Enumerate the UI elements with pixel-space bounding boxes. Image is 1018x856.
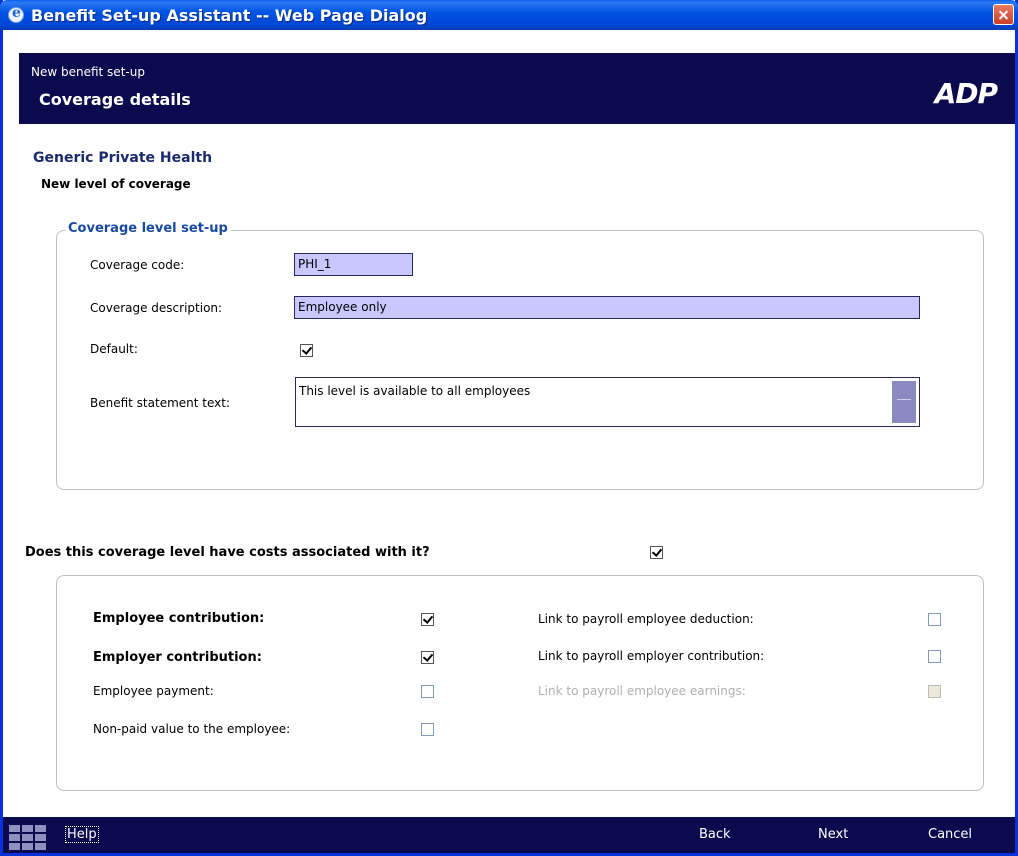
employer-contribution-checkbox[interactable] (421, 651, 434, 664)
window-title: Benefit Set-up Assistant -- Web Page Dia… (31, 6, 428, 25)
coverage-code-label: Coverage code: (90, 258, 185, 272)
coverage-setup-group (56, 230, 984, 490)
costs-associated-checkbox[interactable] (650, 546, 663, 559)
default-checkbox[interactable] (300, 344, 313, 357)
benefit-statement-textarea[interactable]: This level is available to all employees (295, 377, 920, 427)
header-subtitle: New benefit set-up (31, 65, 145, 79)
page-title: Coverage details (39, 90, 191, 109)
non-paid-value-checkbox[interactable] (421, 723, 434, 736)
internet-explorer-icon (8, 5, 24, 23)
benefit-statement-text: This level is available to all employees (299, 384, 531, 398)
coverage-description-input[interactable]: Employee only (294, 296, 920, 319)
help-link[interactable]: Help (65, 826, 99, 843)
link-payroll-deduction-checkbox[interactable] (928, 613, 941, 626)
employer-contribution-label: Employer contribution: (93, 650, 262, 665)
next-button[interactable]: Next (818, 827, 848, 842)
title-bar: Benefit Set-up Assistant -- Web Page Dia… (0, 0, 1018, 30)
footer-bar: Help Back Next Cancel (3, 817, 1015, 853)
link-payroll-deduction-label: Link to payroll employee deduction: (538, 612, 754, 626)
costs-group (56, 575, 984, 791)
cancel-button[interactable]: Cancel (928, 827, 972, 842)
adp-logo: ADP (934, 77, 998, 110)
employee-contribution-label: Employee contribution: (93, 611, 265, 626)
employee-contribution-checkbox[interactable] (421, 613, 434, 626)
textarea-scrollbar[interactable] (892, 381, 916, 423)
dialog-window: Benefit Set-up Assistant -- Web Page Dia… (0, 0, 1018, 856)
link-payroll-earnings-label: Link to payroll employee earnings: (538, 684, 746, 698)
coverage-description-label: Coverage description: (90, 301, 223, 315)
non-paid-value-label: Non-paid value to the employee: (93, 722, 291, 736)
link-payroll-employer-contribution-checkbox[interactable] (928, 650, 941, 663)
section-subheading: New level of coverage (41, 177, 191, 191)
link-payroll-earnings-checkbox (928, 685, 941, 698)
coverage-code-input[interactable]: PHI_1 (294, 253, 413, 276)
grid-menu-icon (9, 825, 49, 851)
benefit-statement-label: Benefit statement text: (90, 396, 231, 410)
coverage-setup-legend: Coverage level set-up (65, 221, 231, 236)
back-button[interactable]: Back (699, 827, 731, 842)
employee-payment-label: Employee payment: (93, 684, 214, 698)
link-payroll-employer-contribution-label: Link to payroll employer contribution: (538, 649, 765, 663)
close-button[interactable] (993, 4, 1014, 25)
employee-payment-checkbox[interactable] (421, 685, 434, 698)
header-banner: New benefit set-up Coverage details ADP (19, 53, 1015, 124)
default-label: Default: (90, 342, 138, 356)
costs-question-label: Does this coverage level have costs asso… (25, 545, 430, 560)
benefit-name: Generic Private Health (33, 150, 213, 166)
